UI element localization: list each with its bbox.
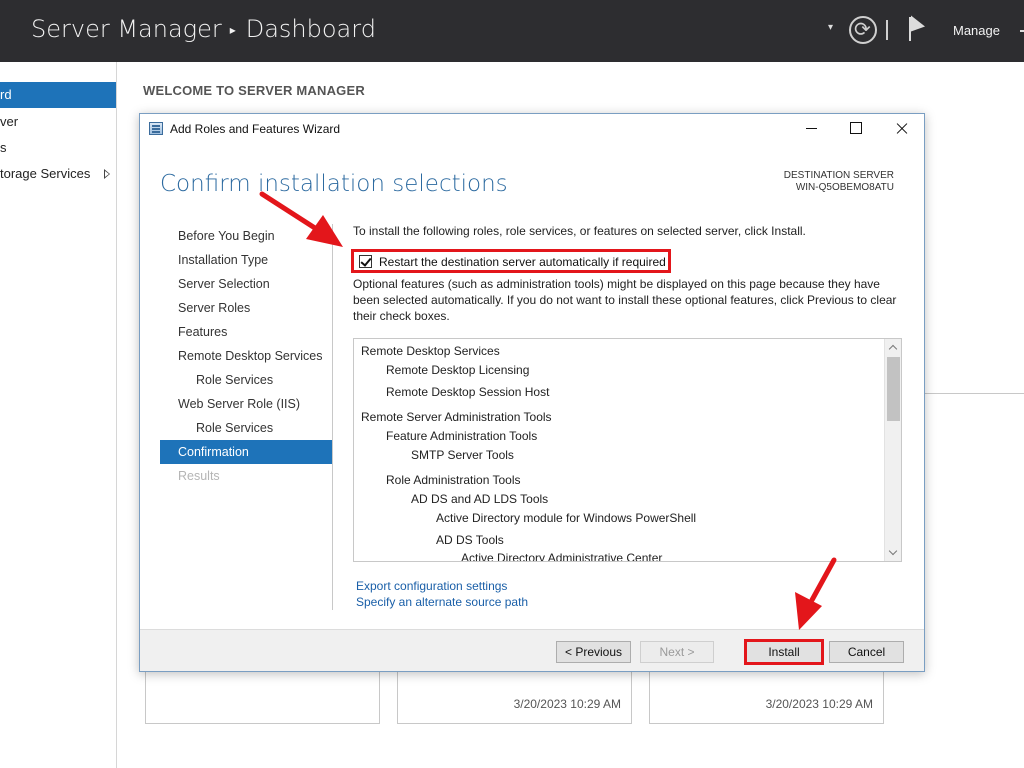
breadcrumb-separator-icon: ▸	[229, 23, 236, 37]
list-item: Remote Desktop Session Host	[386, 385, 550, 399]
step-rds-role-services[interactable]: Role Services	[160, 368, 332, 392]
nav-item-label: s	[0, 140, 7, 155]
list-item: Role Administration Tools	[386, 473, 521, 487]
restart-checkbox[interactable]	[359, 255, 372, 268]
step-installation-type[interactable]: Installation Type	[160, 248, 332, 272]
page-title: Confirm installation selections	[160, 171, 508, 197]
nav-item-label: ver	[0, 114, 19, 129]
expand-arrow-icon[interactable]	[104, 169, 110, 179]
list-item: Remote Desktop Licensing	[386, 363, 530, 377]
step-results: Results	[178, 469, 220, 483]
destination-server-name: WIN-Q5OBEMO8ATU	[795, 182, 894, 193]
history-dropdown-icon[interactable]: ▾	[828, 22, 842, 36]
list-item: Active Directory Administrative Center	[461, 551, 663, 562]
list-item: Feature Administration Tools	[386, 429, 538, 443]
step-server-roles[interactable]: Server Roles	[160, 296, 332, 320]
wizard-titlebar[interactable]: Add Roles and Features Wizard	[140, 114, 924, 144]
restart-checkbox-label[interactable]: Restart the destination server automatic…	[379, 255, 666, 269]
manage-menu[interactable]: Manage	[953, 23, 1000, 38]
server-manager-nav: rd ver s torage Services	[0, 62, 117, 768]
step-iis-role-services[interactable]: Role Services	[160, 416, 332, 440]
add-roles-features-wizard: Add Roles and Features Wizard Confirm in…	[139, 113, 925, 672]
list-item: Remote Desktop Services	[361, 344, 500, 358]
nav-item-local-server[interactable]: ver	[0, 109, 116, 135]
nav-item-dashboard[interactable]: rd	[0, 82, 116, 108]
scroll-thumb[interactable]	[887, 357, 900, 421]
step-server-selection[interactable]: Server Selection	[160, 272, 332, 296]
previous-button[interactable]: < Previous	[556, 641, 631, 663]
step-features[interactable]: Features	[160, 320, 332, 344]
selected-features-list[interactable]: Remote Desktop Services Remote Desktop L…	[353, 338, 902, 562]
refresh-icon[interactable]	[849, 16, 877, 44]
optional-features-note: Optional features (such as administratio…	[353, 277, 897, 323]
tile-timestamp: 3/20/2023 10:29 AM	[765, 697, 873, 711]
scroll-down-icon[interactable]	[888, 546, 898, 556]
destination-server-info: DESTINATION SERVER WIN-Q5OBEMO8ATU	[784, 170, 894, 194]
features-scrollbar[interactable]	[884, 339, 901, 561]
wizard-steps: Before You Begin Installation Type Serve…	[160, 224, 332, 488]
app-title-label: Server Manager	[31, 15, 222, 43]
install-intro-text: To install the following roles, role ser…	[353, 224, 806, 238]
wizard-footer: < Previous Next > Install Cancel	[140, 629, 924, 671]
destination-server-label: DESTINATION SERVER	[783, 170, 894, 181]
tools-menu-edge[interactable]	[1020, 30, 1024, 32]
nav-item-all-servers[interactable]: s	[0, 135, 116, 161]
welcome-heading: WELCOME TO SERVER MANAGER	[143, 83, 365, 98]
export-configuration-link[interactable]: Export configuration settings	[356, 579, 507, 593]
cancel-button[interactable]: Cancel	[829, 641, 904, 663]
quick-start-panel-edge	[924, 118, 1024, 394]
restart-checkbox-row[interactable]: Restart the destination server automatic…	[351, 249, 671, 273]
next-button: Next >	[640, 641, 714, 663]
toolbar-divider	[886, 20, 888, 40]
breadcrumb-dashboard[interactable]: Dashboard	[246, 15, 376, 43]
server-manager-titlebar: Server Manager ▸ Dashboard ▾ Manage	[0, 0, 1024, 62]
install-button[interactable]: Install	[744, 639, 824, 665]
close-icon[interactable]	[879, 114, 925, 144]
list-item: Remote Server Administration Tools	[361, 410, 552, 424]
steps-divider	[332, 224, 333, 610]
notifications-flag-icon[interactable]	[909, 15, 927, 41]
app-title: Server Manager ▸ Dashboard	[31, 15, 376, 43]
nav-item-label: torage Services	[0, 166, 91, 181]
wizard-window-title: Add Roles and Features Wizard	[170, 122, 341, 136]
wizard-app-icon	[149, 122, 163, 135]
step-confirmation[interactable]: Confirmation	[160, 440, 332, 464]
list-item: AD DS and AD LDS Tools	[411, 492, 549, 506]
alternate-source-path-link[interactable]: Specify an alternate source path	[356, 595, 528, 609]
step-before-you-begin[interactable]: Before You Begin	[160, 224, 332, 248]
step-remote-desktop-services[interactable]: Remote Desktop Services	[160, 344, 332, 368]
step-web-server-role[interactable]: Web Server Role (IIS)	[160, 392, 332, 416]
maximize-icon[interactable]	[834, 114, 880, 144]
tile-timestamp: 3/20/2023 10:29 AM	[513, 697, 621, 711]
list-item: SMTP Server Tools	[411, 448, 514, 462]
minimize-icon[interactable]	[790, 114, 836, 144]
scroll-up-icon[interactable]	[888, 344, 898, 354]
list-item: AD DS Tools	[436, 533, 504, 547]
nav-item-label: rd	[0, 87, 12, 102]
list-item: Active Directory module for Windows Powe…	[436, 511, 697, 525]
nav-item-file-storage-services[interactable]: torage Services	[0, 161, 116, 187]
